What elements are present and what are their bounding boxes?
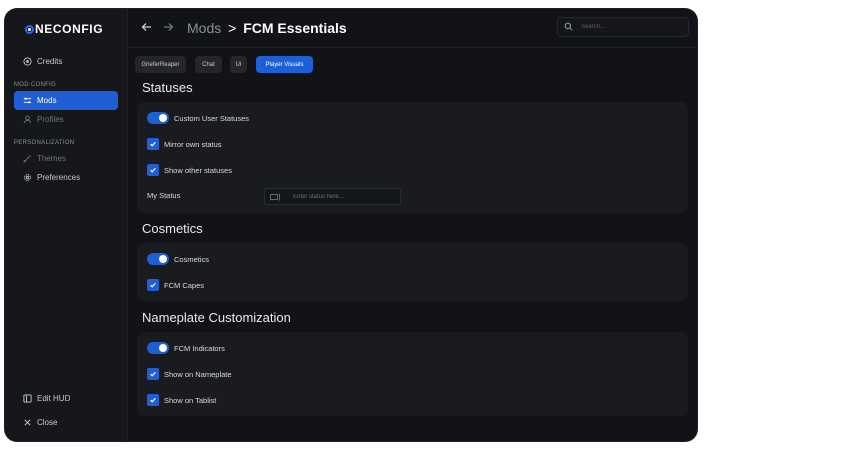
my-status-input[interactable] [291,192,395,201]
section-title-statuses: Statuses [142,80,193,95]
setting-label: Show other statuses [164,165,232,175]
sidebar-item-mods[interactable]: Mods [14,91,118,110]
back-arrow-icon[interactable] [141,21,152,35]
mods-icon [23,96,32,105]
sidebar-item-label: Profiles [37,115,64,124]
setting-label: My Status [147,191,181,200]
setting-fcm-capes: FCM Capes [147,279,204,291]
setting-cosmetics: Cosmetics [147,253,209,265]
section-title-cosmetics: Cosmetics [142,221,203,236]
setting-label: Cosmetics [174,254,210,264]
setting-label: Show on Nameplate [164,369,232,379]
checkmark-icon [150,371,156,377]
sidebar-item-themes[interactable]: Themes [14,149,118,168]
search-box[interactable] [557,17,689,37]
setting-show-on-tablist: Show on Tablist [147,394,216,406]
setting-my-status: My Status [147,191,180,200]
gear-icon [23,173,32,182]
profiles-icon [23,115,32,124]
sidebar-item-label: Edit HUD [37,394,71,403]
sidebar-item-label: Credits [37,57,63,66]
section-label-mod-config: MOD CONFIG [14,82,56,88]
cosmetics-toggle[interactable] [147,253,169,265]
setting-mirror-own-status: Mirror own status [147,138,222,150]
text-cursor-icon [270,188,281,206]
sidebar-item-profiles[interactable]: Profiles [14,110,118,129]
checkmark-icon [150,141,156,147]
tab-player-visuals[interactable]: Player Visuals [256,56,313,73]
setting-fcm-indicators: FCM Indicators [147,342,225,354]
card-nameplate: FCM Indicators Show on Nameplate Show on… [137,332,688,416]
setting-label: Mirror own status [164,139,222,149]
setting-label: FCM Capes [164,280,205,290]
setting-show-on-nameplate: Show on Nameplate [147,368,232,380]
breadcrumb: Mods > FCM Essentials [187,20,347,36]
search-input[interactable] [579,23,678,31]
sidebar-item-label: Themes [37,154,66,163]
tab-grieferreaper[interactable]: GrieferReaper [135,56,186,73]
layout-icon [23,394,32,403]
fcm-indicators-toggle[interactable] [147,342,169,354]
checkmark-icon [150,167,156,173]
setting-custom-user-statuses: Custom User Statuses [147,112,249,124]
close-icon [23,418,32,427]
section-title-nameplate: Nameplate Customization [142,310,291,325]
section-label-personalization: PERSONALIZATION [14,140,75,146]
sidebar-item-edit-hud[interactable]: Edit HUD [14,389,118,408]
setting-label: FCM Indicators [174,343,225,353]
show-other-statuses-checkbox[interactable] [147,164,159,176]
fcm-capes-checkbox[interactable] [147,279,159,291]
setting-show-other-statuses: Show other statuses [147,164,232,176]
card-statuses: Custom User Statuses Mirror own status S… [137,102,688,213]
search-icon [564,18,573,36]
sidebar: NECONFIG Credits MOD CONFIG Mods Profile… [5,9,128,441]
brush-icon [23,154,32,163]
setting-label: Custom User Statuses [174,113,250,123]
tab-ui[interactable]: UI [230,56,247,73]
tab-chat[interactable]: Chat [195,56,222,73]
sidebar-item-credits[interactable]: Credits [14,52,118,71]
sidebar-item-label: Mods [37,96,57,105]
logo-text: NECONFIG [35,22,104,36]
breadcrumb-parent[interactable]: Mods [187,20,221,36]
breadcrumb-separator: > [228,20,237,36]
card-cosmetics: Cosmetics FCM Capes [137,243,688,301]
show-on-tablist-checkbox[interactable] [147,394,159,406]
sidebar-item-preferences[interactable]: Preferences [14,168,118,187]
setting-label: Show on Tablist [164,395,217,405]
my-status-field[interactable] [264,188,401,205]
forward-arrow-icon[interactable] [163,21,174,35]
checkmark-icon [150,397,156,403]
app-window: NECONFIG Credits MOD CONFIG Mods Profile… [5,9,697,441]
top-bar: Mods > FCM Essentials [127,9,697,48]
logo: NECONFIG [25,22,103,36]
sidebar-item-close[interactable]: Close [14,413,118,432]
logo-mark-icon [25,25,34,34]
sidebar-item-label: Close [37,418,58,427]
show-on-nameplate-checkbox[interactable] [147,368,159,380]
credits-icon [23,57,32,66]
page-title: FCM Essentials [243,20,347,36]
mirror-own-status-checkbox[interactable] [147,138,159,150]
sidebar-item-label: Preferences [37,173,81,182]
checkmark-icon [150,282,156,288]
custom-user-statuses-toggle[interactable] [147,112,169,124]
